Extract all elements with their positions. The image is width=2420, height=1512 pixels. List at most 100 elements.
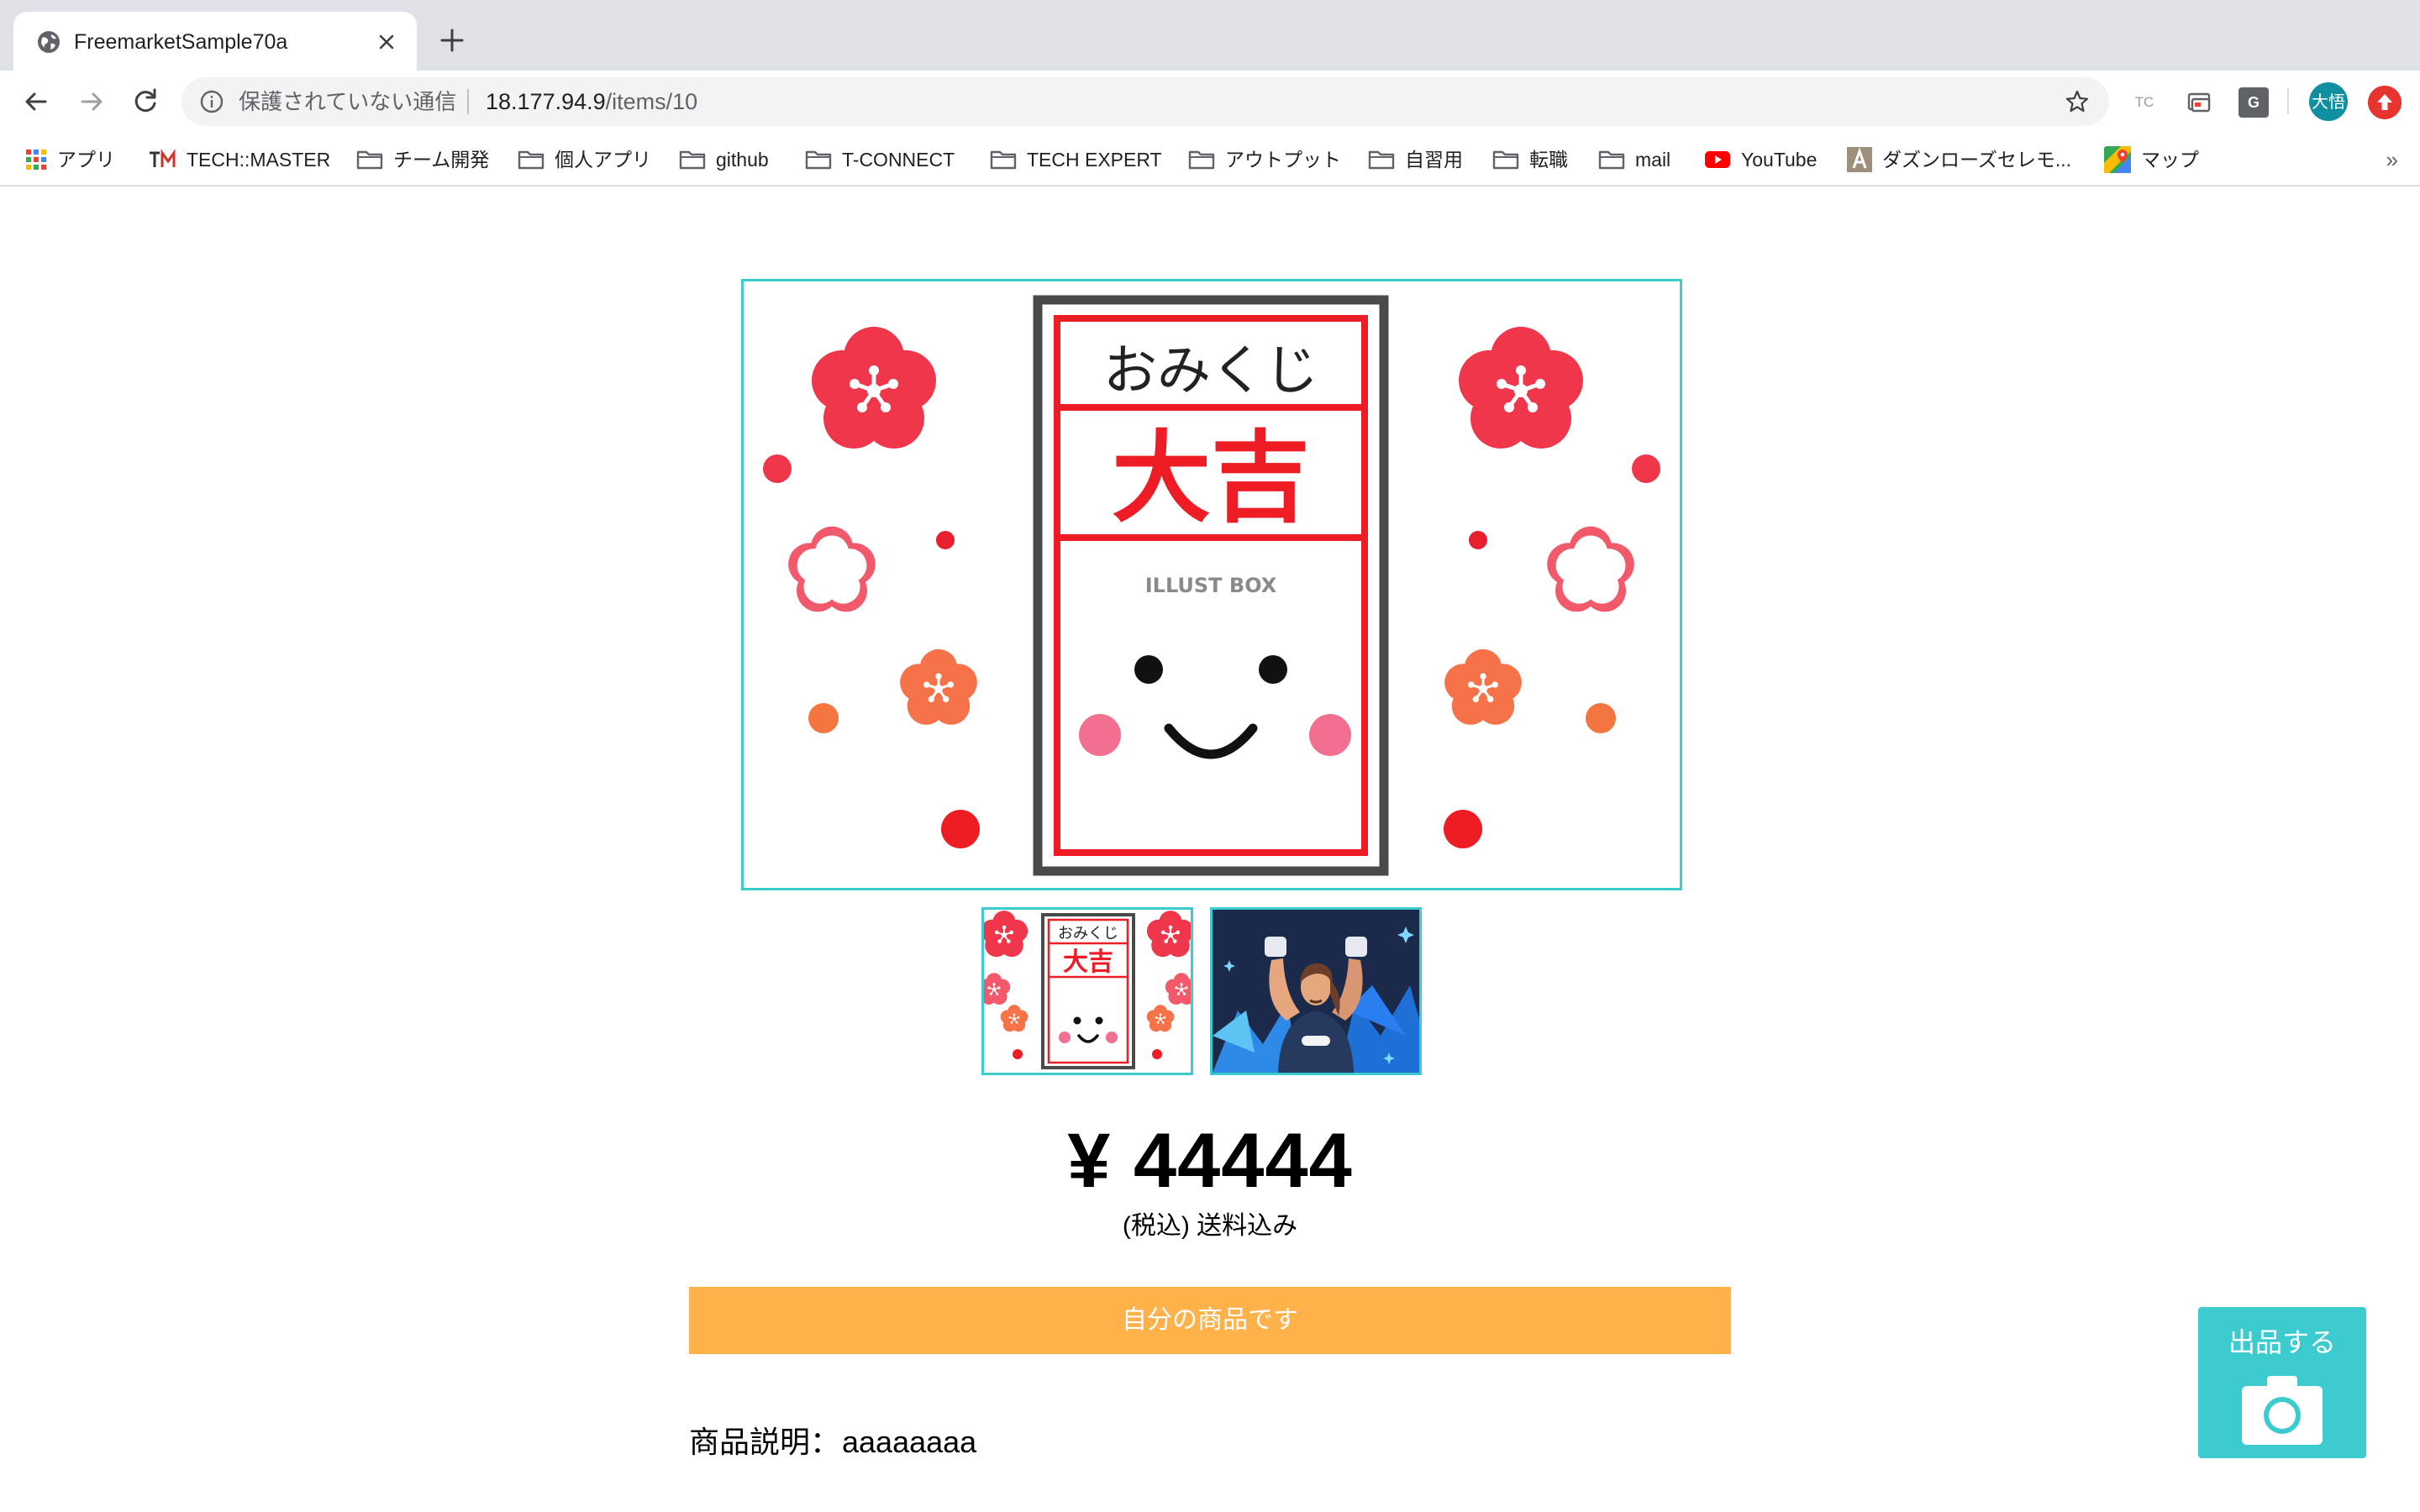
face-eye [1259, 655, 1287, 684]
bookmark-folder[interactable]: 個人アプリ [518, 143, 651, 176]
folder-icon [679, 150, 706, 170]
bookmark-folder[interactable]: 自習用 [1368, 143, 1463, 176]
bookmark-folder[interactable]: チーム開発 [356, 143, 489, 176]
face-cheek [1079, 714, 1121, 756]
athlete-thumbnail-image [1213, 910, 1419, 1073]
sell-button-label: 出品する [2228, 1327, 2336, 1357]
folder-icon [990, 150, 1017, 170]
bookmark-techmaster[interactable]: TECH::MASTER [148, 143, 330, 176]
item-main-image: おみくじ 大吉 ILLUST BOX [741, 279, 1682, 890]
bookmark-label: チーム開発 [393, 149, 490, 171]
url-host: 18.177.94.9 [486, 89, 606, 114]
bookmark-folder[interactable]: アウトプット [1188, 143, 1341, 176]
bookmark-label: YouTube [1741, 149, 1818, 171]
extension-cast-icon[interactable] [2185, 87, 2215, 118]
dot-decoration [1632, 454, 1660, 483]
techmaster-logo-icon [150, 149, 176, 167]
omikuji-title: おみくじ [1103, 340, 1318, 402]
omikuji-result: 大吉 [1112, 420, 1310, 536]
face-cheek [1309, 714, 1351, 756]
bookmarks-bar: アプリ TECH::MASTER チーム開発 個人アプリ github T-CO… [0, 133, 2420, 186]
face-eye [1134, 655, 1163, 684]
url-path: /items/10 [605, 89, 698, 114]
address-bar[interactable]: 保護されていない通信 18.177.94.9/items/10 [182, 77, 2109, 126]
bookmark-label: ダズンローズセレモ... [1882, 149, 2072, 171]
bookmark-label: github [716, 149, 769, 171]
price-note: (税込) 送料込み [1122, 1212, 1298, 1240]
plum-blossom-icon [1444, 648, 1522, 725]
dot-decoration [763, 454, 792, 483]
extension-g-icon[interactable]: G [2238, 87, 2269, 118]
svg-text:おみくじ: おみくじ [1058, 925, 1118, 942]
bookmark-label: 自習用 [1405, 149, 1463, 171]
plum-blossom-icon [1459, 327, 1583, 449]
bookmark-label: 個人アプリ [555, 149, 651, 171]
bookmark-label: 転職 [1529, 149, 1568, 171]
bookmarks-overflow-chevron-icon[interactable]: » [2386, 143, 2398, 176]
bookmark-star-icon[interactable] [2064, 88, 2091, 115]
browser-tab-strip: FreemarketSample70a [0, 0, 2420, 71]
own-item-button[interactable]: 自分の商品です [689, 1287, 1731, 1354]
bookmark-maps[interactable]: マップ [2104, 143, 2199, 176]
security-status: 保護されていない通信 [239, 89, 457, 114]
dot-decoration [936, 531, 955, 549]
tab-title: FreemarketSample70a [74, 30, 288, 54]
address-separator [467, 89, 469, 114]
plum-blossom-icon [812, 327, 936, 449]
bookmark-folder[interactable]: mail [1598, 143, 1670, 176]
description-label: 商品説明： [689, 1425, 841, 1459]
bookmark-label: TECH EXPERT [1027, 149, 1162, 171]
maps-icon [2104, 145, 2131, 173]
plum-blossom-icon [1547, 526, 1634, 612]
omikuji-card: おみくじ 大吉 ILLUST BOX [1033, 295, 1389, 876]
folder-icon [1492, 150, 1519, 170]
dot-decoration [808, 703, 839, 733]
dot-decoration [1444, 810, 1482, 848]
close-icon[interactable] [371, 27, 402, 57]
bookmark-youtube[interactable]: YouTube [1704, 143, 1817, 176]
back-arrow-icon[interactable] [17, 82, 55, 121]
sell-button[interactable]: 出品する [2198, 1307, 2366, 1458]
omikuji-thumbnail-image: おみくじ 大吉 [984, 911, 1191, 1069]
folder-icon [1188, 150, 1215, 170]
dot-decoration [1469, 531, 1487, 549]
bookmark-folder[interactable]: T-CONNECT [805, 143, 955, 176]
bookmark-label: T-CONNECT [842, 149, 955, 171]
dot-decoration [1586, 703, 1616, 733]
dot-decoration [941, 810, 980, 848]
extension-tc-icon[interactable]: TC [2129, 87, 2160, 118]
item-description: 商品説明：aaaaaaaa [689, 1421, 976, 1463]
item-price: ¥ 44444 [1067, 1118, 1353, 1204]
bookmark-folder[interactable]: github [679, 143, 769, 176]
omikuji-illustration: おみくじ 大吉 ILLUST BOX [763, 295, 1660, 876]
profile-avatar[interactable]: 大悟 [2309, 82, 2348, 121]
reload-icon[interactable] [126, 82, 165, 121]
bookmark-label: mail [1635, 149, 1671, 171]
description-value: aaaaaaaa [842, 1425, 977, 1459]
plum-blossom-icon [788, 526, 876, 612]
bookmark-folder[interactable]: TECH EXPERT [990, 143, 1162, 176]
folder-icon [805, 150, 832, 170]
camera-icon [2242, 1376, 2323, 1445]
youtube-icon [1705, 150, 1730, 168]
apps-grid-icon [26, 149, 46, 170]
folder-icon [1598, 150, 1625, 170]
image-watermark: ILLUST BOX [1145, 574, 1277, 597]
forward-arrow-icon[interactable] [72, 82, 111, 121]
bookmark-folder[interactable]: 転職 [1492, 143, 1568, 176]
url-text[interactable]: 18.177.94.9/items/10 [486, 77, 697, 126]
browser-tab[interactable]: FreemarketSample70a [13, 12, 417, 71]
new-tab-icon[interactable] [434, 22, 471, 59]
bookmark-apps[interactable]: アプリ [25, 143, 115, 176]
a-logo-icon [1847, 146, 1872, 172]
thumbnail-athlete[interactable] [1210, 907, 1422, 1075]
folder-icon [518, 150, 544, 170]
browser-toolbar: 保護されていない通信 18.177.94.9/items/10 TC G 大悟 [0, 71, 2420, 133]
plum-blossom-icon [900, 648, 977, 725]
update-arrow-icon[interactable] [2368, 86, 2402, 119]
toolbar-divider [2287, 89, 2289, 114]
info-icon[interactable] [198, 88, 225, 115]
bookmark-dozenroses[interactable]: ダズンローズセレモ... [1847, 143, 2071, 176]
thumbnail-omikuji[interactable]: おみくじ 大吉 [981, 907, 1193, 1075]
bookmark-label: アプリ [57, 149, 115, 171]
